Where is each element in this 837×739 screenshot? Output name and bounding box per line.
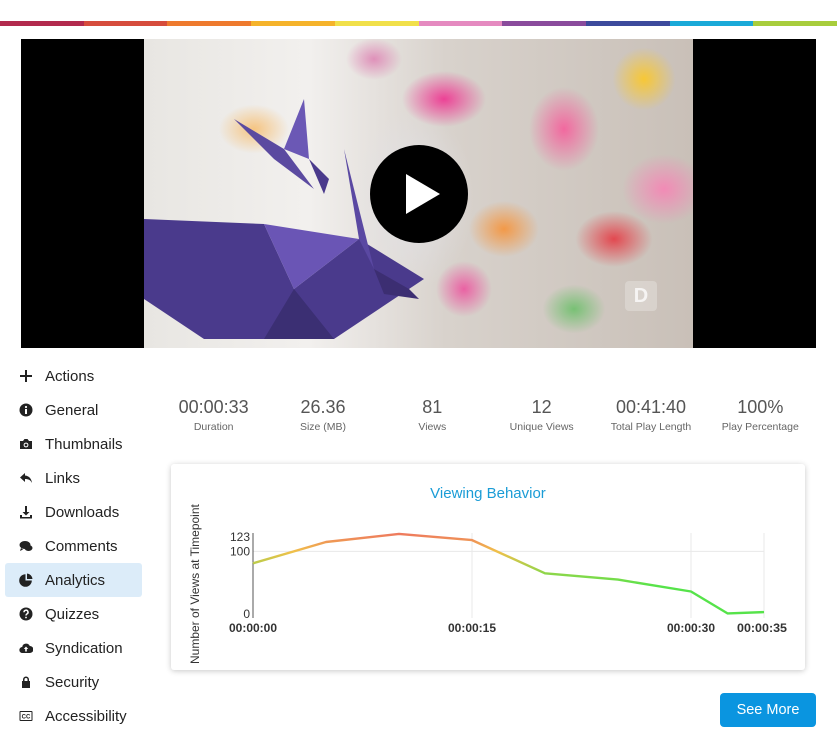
y-tick-label: 100: [230, 544, 250, 558]
sidebar-item-quizzes[interactable]: Quizzes: [5, 597, 142, 631]
stats-row: 00:00:33 Duration 26.36 Size (MB) 81 Views 12 U…: [159, 396, 815, 433]
sidebar-item-accessibility[interactable]: CC Accessibility: [5, 699, 142, 733]
sidebar-item-analytics[interactable]: Analytics: [5, 563, 142, 597]
viewing-behavior-chart: 0 100123 00:00:00 00:00:15 00:00:30 00:00:35: [229, 530, 787, 635]
data-point: [252, 562, 254, 564]
sidebar-item-label: General: [45, 401, 99, 419]
download-icon: [18, 504, 34, 520]
sidebar-item-thumbnails[interactable]: Thumbnails: [5, 427, 142, 461]
data-point: [544, 572, 546, 574]
x-tick-label: 00:00:15: [448, 621, 496, 635]
comments-icon: [18, 538, 34, 554]
stat-label: Unique Views: [509, 421, 574, 433]
stat-label: Duration: [193, 421, 234, 433]
stat-unique-views: 12 Unique Views: [487, 396, 596, 433]
stripe-segment: [0, 21, 84, 26]
sidebar-item-label: Comments: [45, 537, 118, 555]
sidebar-item-security[interactable]: Security: [5, 665, 142, 699]
stripe-segment: [418, 21, 503, 26]
sidebar-item-syndication[interactable]: Syndication: [5, 631, 142, 665]
stat-size-mb: 26.36 Size (MB): [268, 396, 377, 433]
sidebar-menu: Actions General Thumbnails Links Downloads Co…: [5, 359, 142, 733]
sidebar-item-label: Links: [45, 469, 81, 487]
stat-value: 12: [531, 397, 552, 417]
play-button[interactable]: [370, 145, 468, 243]
stat-value: 100%: [737, 397, 784, 417]
stat-label: Play Percentage: [721, 421, 799, 433]
video-player[interactable]: D: [21, 39, 816, 348]
stat-views: 81 Views: [378, 396, 487, 433]
sidebar-item-label: Thumbnails: [45, 435, 123, 453]
stat-label: Views: [418, 421, 447, 433]
stat-total-play-length: 00:41:40 Total Play Length: [596, 396, 705, 433]
stripe-segment: [502, 21, 586, 26]
stat-duration: 00:00:33 Duration: [159, 396, 268, 433]
closed-captions-icon: CC: [18, 708, 34, 724]
stripe-segment: [753, 21, 837, 26]
stat-label: Size (MB): [299, 421, 347, 433]
y-tick-label: 123: [230, 530, 250, 544]
sidebar-item-label: Syndication: [45, 639, 123, 657]
sidebar-item-downloads[interactable]: Downloads: [5, 495, 142, 529]
see-more-button[interactable]: See More: [720, 693, 816, 727]
camera-icon: [18, 436, 34, 452]
sidebar-item-label: Quizzes: [45, 605, 100, 623]
lock-icon: [18, 674, 34, 690]
brand-color-stripe: [0, 21, 837, 26]
info-icon: [18, 402, 34, 418]
stripe-segment: [83, 21, 168, 26]
stripe-segment: [669, 21, 754, 26]
plus-icon: [18, 368, 34, 384]
series-line: [252, 532, 765, 615]
sidebar-item-label: Downloads: [45, 503, 120, 521]
stat-value: 26.36: [300, 397, 346, 417]
y-tick-label: 0: [243, 607, 250, 621]
viewing-behavior-card: Viewing Behavior Number of Views at Time…: [171, 464, 805, 670]
sidebar-item-label: Accessibility: [45, 707, 127, 725]
stat-value: 81: [422, 397, 443, 417]
cloud-upload-icon: [18, 640, 34, 656]
stat-play-percentage: 100% Play Percentage: [706, 396, 815, 433]
x-tick-label: 00:00:00: [229, 621, 277, 635]
data-point: [763, 611, 765, 613]
stripe-segment: [167, 21, 252, 26]
stat-label: Total Play Length: [610, 421, 692, 433]
data-point: [726, 612, 728, 614]
reply-icon: [18, 470, 34, 486]
pie-chart-icon: [18, 572, 34, 588]
x-tick-label: 00:00:30: [667, 621, 715, 635]
sidebar-item-general[interactable]: General: [5, 393, 142, 427]
sidebar-item-links[interactable]: Links: [5, 461, 142, 495]
data-point: [617, 578, 619, 580]
data-point: [471, 539, 473, 541]
watermark-logo: D: [625, 281, 657, 311]
stat-value: 00:41:40: [615, 397, 687, 417]
data-point: [325, 541, 327, 543]
stripe-segment: [585, 21, 670, 26]
stripe-segment: [251, 21, 335, 26]
sidebar-item-label: Actions: [45, 367, 95, 385]
sidebar-item-label: Security: [45, 673, 100, 691]
svg-text:CC: CC: [22, 715, 31, 721]
sidebar-item-comments[interactable]: Comments: [5, 529, 142, 563]
data-point: [690, 590, 692, 592]
stat-value: 00:00:33: [178, 397, 249, 417]
stripe-segment: [334, 21, 419, 26]
data-point: [398, 533, 400, 535]
x-tick-label: 00:00:35: [737, 621, 787, 635]
sidebar-item-actions[interactable]: Actions: [5, 359, 142, 393]
sidebar-item-label: Analytics: [45, 571, 106, 589]
question-icon: [18, 606, 34, 622]
